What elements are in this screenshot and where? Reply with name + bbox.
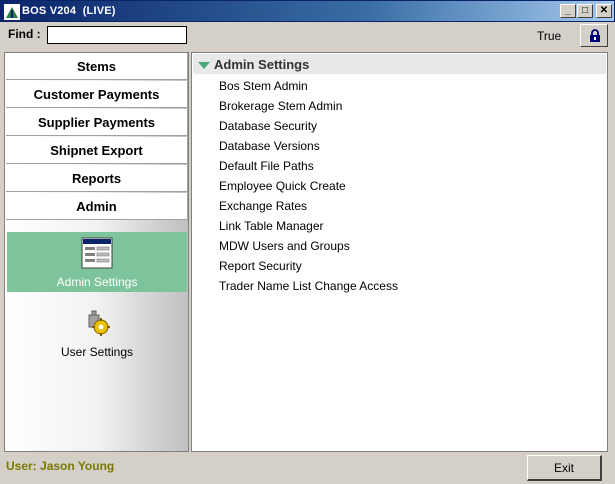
navigation-panel: Stems Customer Payments Supplier Payment… [4,52,189,452]
lock-button[interactable] [580,24,608,47]
nav-button-admin[interactable]: Admin [6,193,188,220]
expand-arrow-icon [198,62,210,69]
maximize-button[interactable]: □ [577,4,593,18]
title-bar: BOS V204 (LIVE) _ □ ✕ [0,0,615,22]
link-mdw-users-and-groups[interactable]: MDW Users and Groups [219,236,398,256]
nav-button-reports[interactable]: Reports [6,165,188,192]
link-link-table-manager[interactable]: Link Table Manager [219,216,398,236]
nav-button-shipnet-export[interactable]: Shipnet Export [6,137,188,164]
window-title: BOS V204 (LIVE) [22,5,116,17]
link-employee-quick-create[interactable]: Employee Quick Create [219,176,398,196]
exit-button[interactable]: Exit [527,455,602,481]
section-title: Admin Settings [214,57,310,72]
nav-button-stems[interactable]: Stems [6,53,188,80]
close-button[interactable]: ✕ [596,4,612,18]
nav-button-customer-payments[interactable]: Customer Payments [6,81,188,108]
find-input[interactable] [47,26,187,44]
nav-button-supplier-payments[interactable]: Supplier Payments [6,109,188,136]
minimize-button[interactable]: _ [560,4,576,18]
lock-icon [590,29,600,42]
link-report-security[interactable]: Report Security [219,256,398,276]
nav-subitem-label: User Settings [60,345,134,359]
link-trader-name-list-change-access[interactable]: Trader Name List Change Access [219,276,398,296]
app-icon [4,4,20,20]
link-exchange-rates[interactable]: Exchange Rates [219,196,398,216]
link-database-versions[interactable]: Database Versions [219,136,398,156]
nav-subitem-label: Admin Settings [56,275,138,289]
content-panel: Admin Settings Bos Stem Admin Brokerage … [191,52,608,452]
current-user-label: User: Jason Young [6,459,115,473]
section-header[interactable]: Admin Settings [193,54,606,74]
link-brokerage-stem-admin[interactable]: Brokerage Stem Admin [219,96,398,116]
user-settings-icon [88,310,110,336]
admin-settings-icon [81,237,113,269]
find-label: Find : [8,27,41,41]
link-default-file-paths[interactable]: Default File Paths [219,156,398,176]
link-bos-stem-admin[interactable]: Bos Stem Admin [219,76,398,96]
nav-subitem-admin-settings[interactable]: Admin Settings [7,232,187,292]
status-value: True [537,29,562,43]
link-database-security[interactable]: Database Security [219,116,398,136]
admin-settings-list: Bos Stem Admin Brokerage Stem Admin Data… [219,76,398,296]
nav-subitem-user-settings[interactable]: User Settings [7,303,187,363]
